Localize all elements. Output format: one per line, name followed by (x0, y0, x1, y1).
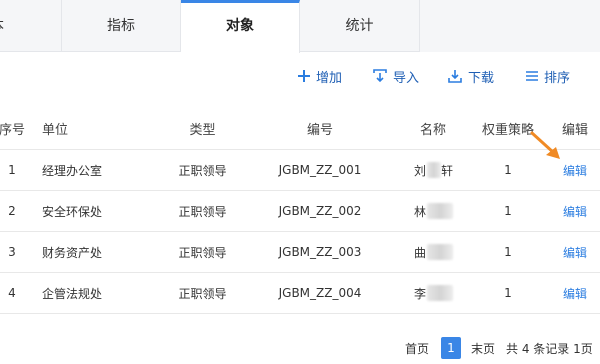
edit-link[interactable]: 编辑 (563, 244, 587, 261)
table-row: 1 经理办公室 正职领导 JGBM_ZZ_001 刘轩 1 编辑 (0, 150, 600, 191)
cell-name: 林 (407, 191, 453, 231)
cell-weight: 1 (504, 286, 512, 300)
pagination-first[interactable]: 首页 (405, 337, 429, 359)
cell-type: 正职领导 (178, 286, 227, 301)
cell-seq: 2 (8, 204, 16, 218)
table-row: 3 财务资产处 正职领导 JGBM_ZZ_003 曲 1 编辑 (0, 232, 600, 273)
tab-statistics[interactable]: 统计 (300, 0, 420, 52)
header-type: 类型 (189, 123, 216, 138)
tab-objects[interactable]: 对象 (181, 0, 300, 53)
redaction-blur (427, 244, 453, 260)
import-icon (373, 69, 387, 83)
list-icon (526, 71, 538, 81)
redaction-blur (427, 285, 453, 301)
cell-code: JGBM_ZZ_004 (278, 286, 362, 300)
cell-code: JGBM_ZZ_003 (278, 245, 362, 259)
edit-link[interactable]: 编辑 (563, 285, 587, 302)
add-label: 增加 (316, 70, 343, 86)
add-button[interactable]: 增加 (297, 64, 342, 88)
cell-unit: 财务资产处 (42, 245, 103, 260)
redaction-blur (427, 162, 441, 178)
table-header: 序号 单位 类型 编号 名称 权重策略 编辑 (0, 108, 600, 150)
download-icon (448, 70, 462, 83)
import-label: 导入 (393, 70, 420, 86)
plus-icon (298, 70, 310, 82)
cell-unit: 经理办公室 (42, 163, 103, 178)
cell-code: JGBM_ZZ_002 (278, 204, 362, 218)
name-last-char: 轩 (440, 163, 453, 178)
tab-bar-filler (420, 0, 600, 52)
cell-seq: 4 (8, 286, 16, 300)
sort-label: 排序 (544, 70, 571, 86)
cell-unit: 企管法规处 (42, 286, 103, 301)
cell-unit: 安全环保处 (42, 204, 103, 219)
cell-edit: 编辑 (553, 191, 597, 231)
tab-basic[interactable]: 本 (0, 0, 62, 52)
header-code: 编号 (306, 123, 333, 138)
name-first-char: 刘 (414, 163, 427, 178)
redaction-blur (427, 203, 453, 219)
edit-link[interactable]: 编辑 (563, 162, 587, 179)
cell-seq: 3 (8, 245, 16, 259)
pagination-summary: 共 4 条记录 1页 (506, 341, 593, 356)
sort-button[interactable]: 排序 (525, 64, 570, 88)
cell-weight: 1 (504, 163, 512, 177)
header-name: 名称 (420, 123, 447, 138)
name-first-char: 林 (414, 204, 427, 219)
table-row: 4 企管法规处 正职领导 JGBM_ZZ_004 李 1 编辑 (0, 273, 600, 314)
cell-type: 正职领导 (178, 163, 227, 178)
cell-name: 刘轩 (407, 150, 453, 190)
cell-type: 正职领导 (178, 204, 227, 219)
edit-link[interactable]: 编辑 (563, 203, 587, 220)
cell-name: 曲 (407, 232, 453, 272)
table-row: 2 安全环保处 正职领导 JGBM_ZZ_002 林 1 编辑 (0, 191, 600, 232)
cell-edit: 编辑 (553, 232, 597, 272)
annotation-arrow-icon (530, 131, 560, 159)
cell-code: JGBM_ZZ_001 (278, 163, 362, 177)
name-first-char: 曲 (414, 245, 427, 260)
cell-type: 正职领导 (178, 245, 227, 260)
download-button[interactable]: 下载 (447, 64, 494, 88)
cell-name: 李 (407, 273, 453, 313)
tab-bar: 本 指标 对象 统计 (0, 0, 600, 53)
pagination-last[interactable]: 末页 (471, 337, 495, 359)
cell-weight: 1 (504, 245, 512, 259)
cell-seq: 1 (8, 163, 16, 177)
cell-weight: 1 (504, 204, 512, 218)
tab-indicators[interactable]: 指标 (62, 0, 181, 52)
header-weight: 权重策略 (481, 123, 534, 138)
header-unit: 单位 (42, 123, 69, 138)
import-button[interactable]: 导入 (372, 64, 419, 88)
pagination-current-page[interactable]: 1 (441, 337, 461, 359)
header-seq: 序号 (0, 123, 26, 138)
download-label: 下载 (468, 70, 495, 86)
cell-edit: 编辑 (553, 273, 597, 313)
name-first-char: 李 (414, 286, 427, 301)
